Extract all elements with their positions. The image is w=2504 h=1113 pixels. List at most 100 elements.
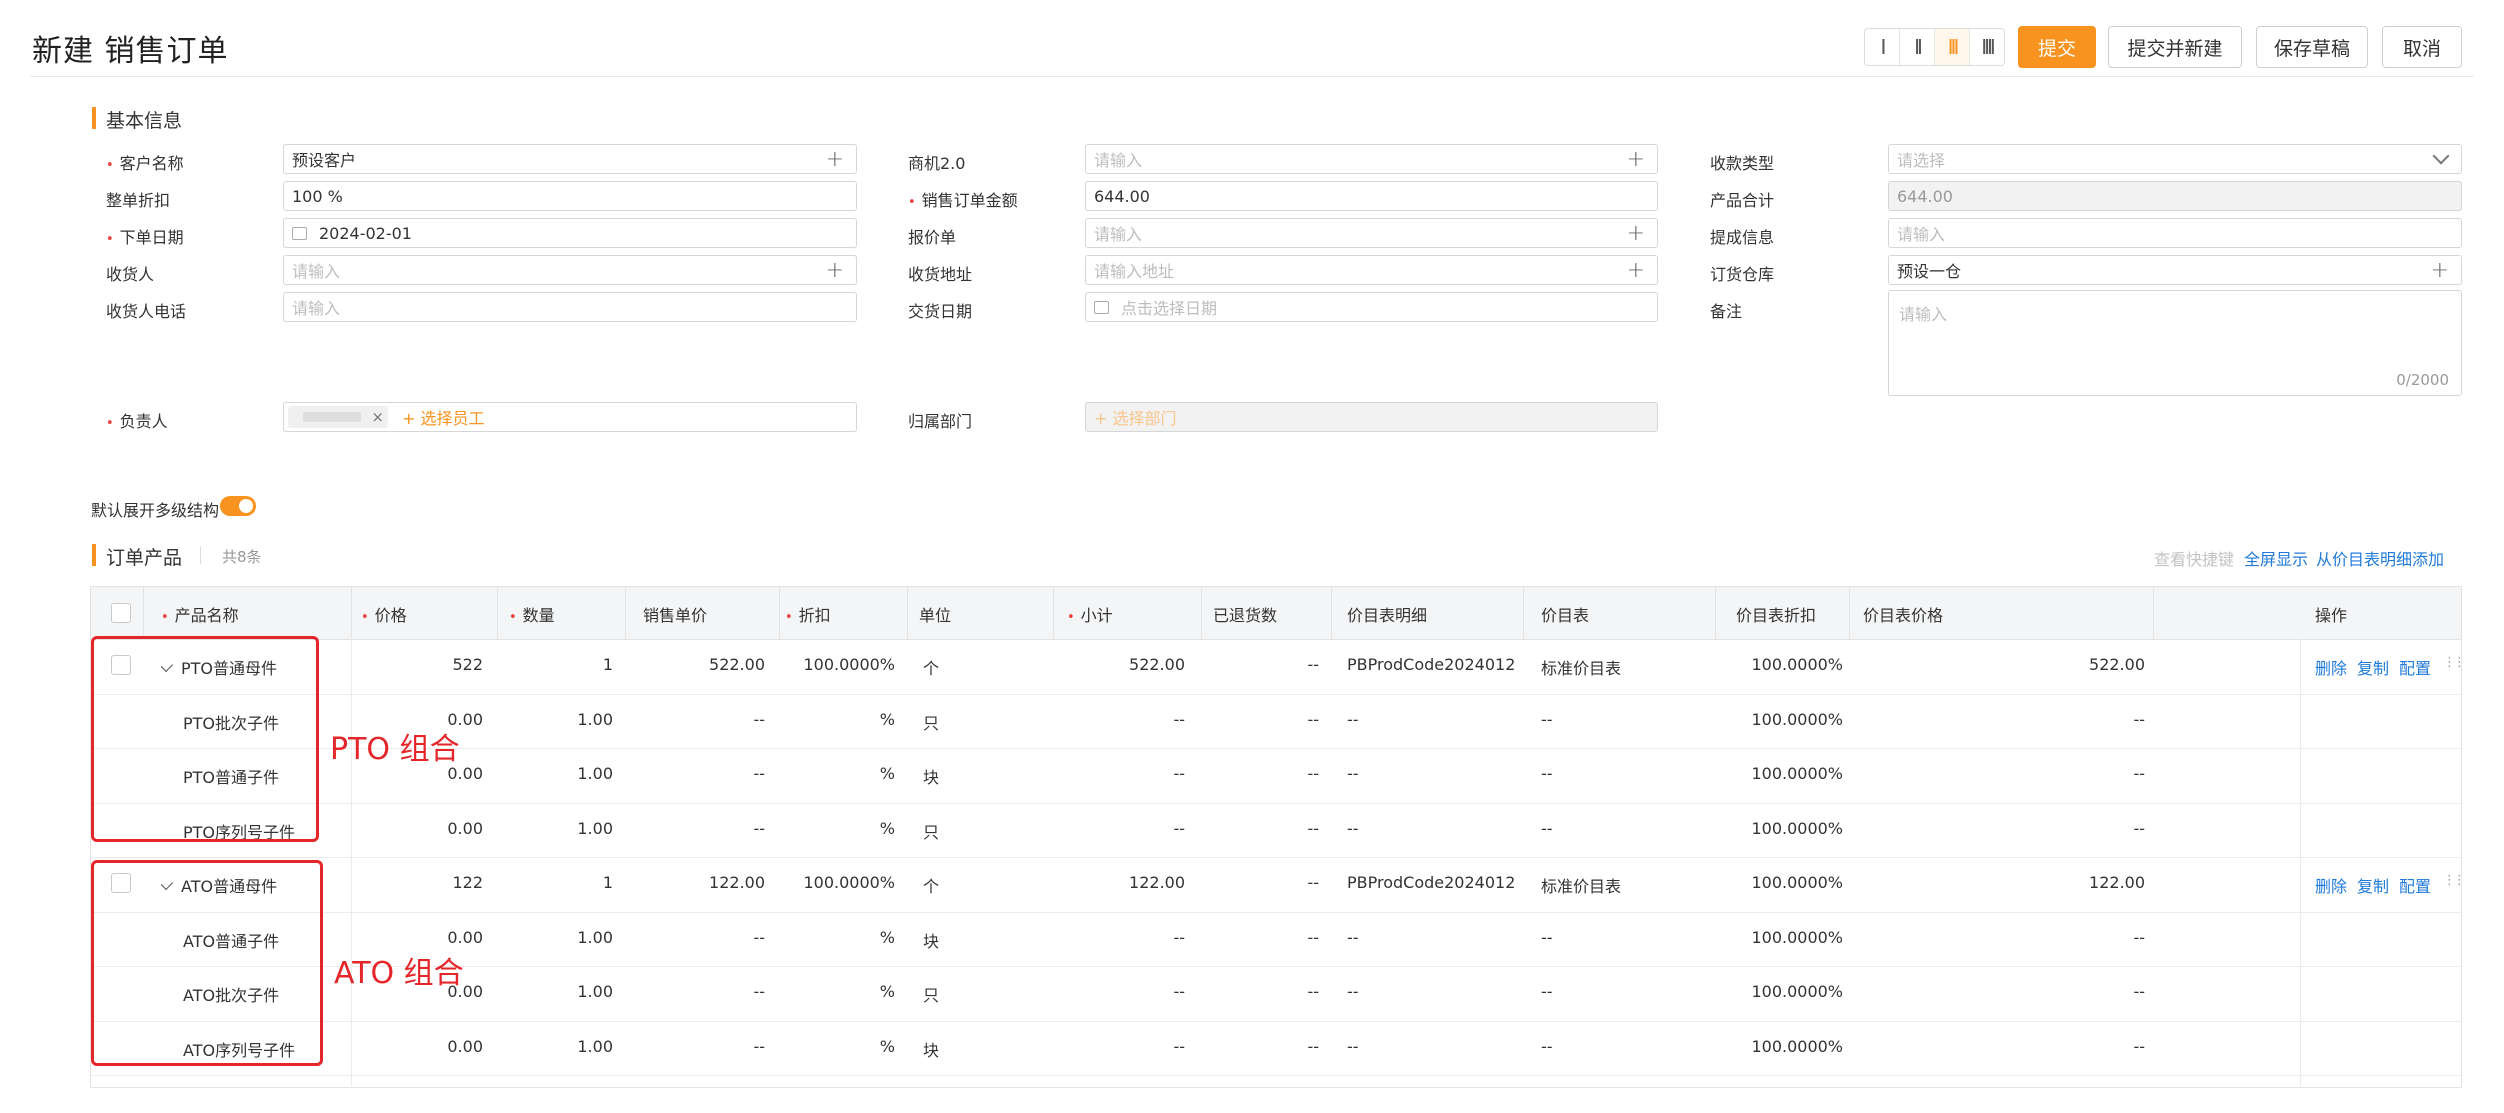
returned-cell[interactable]: -- bbox=[1119, 710, 1319, 729]
discount-cell[interactable]: % bbox=[695, 819, 895, 838]
col2-field-1[interactable]: 644.00 bbox=[1085, 181, 1658, 211]
add-icon[interactable]: + bbox=[1627, 258, 1645, 283]
configure-link[interactable]: 配置 bbox=[2399, 655, 2431, 679]
pb-detail-cell[interactable]: -- bbox=[1347, 710, 1517, 729]
returned-cell[interactable]: -- bbox=[1119, 819, 1319, 838]
pb-discount-cell[interactable]: 100.0000% bbox=[1643, 819, 1843, 838]
col2-field-2[interactable]: 请输入 + bbox=[1085, 218, 1658, 248]
department-field[interactable]: + 选择部门 bbox=[1085, 402, 1658, 432]
column-header-7[interactable]: 已退货数 bbox=[1213, 602, 1277, 626]
col1-field-1[interactable]: 100 % bbox=[283, 181, 857, 211]
col3-field-2[interactable]: 请输入 bbox=[1888, 218, 2462, 248]
pb-detail-cell[interactable]: PBProdCode2024012… bbox=[1347, 655, 1517, 674]
column-header-6[interactable]: 小计 bbox=[1067, 602, 1113, 626]
delete-link[interactable]: 删除 bbox=[2315, 873, 2347, 897]
fullscreen-link[interactable]: 全屏显示 bbox=[2244, 546, 2308, 570]
select-all-checkbox[interactable] bbox=[111, 603, 131, 623]
drag-handle-icon[interactable] bbox=[2443, 655, 2463, 673]
copy-link[interactable]: 复制 bbox=[2357, 655, 2389, 679]
discount-cell[interactable]: 100.0000% bbox=[695, 655, 895, 674]
submit-button[interactable]: 提交 bbox=[2018, 26, 2096, 68]
pb-price-cell[interactable]: -- bbox=[1945, 710, 2145, 729]
col2-field-0[interactable]: 请输入 + bbox=[1085, 144, 1658, 174]
column-header-3[interactable]: 销售单价 bbox=[643, 602, 707, 626]
owner-tag-close-icon[interactable]: × bbox=[371, 408, 384, 426]
col1-field-3[interactable]: 请输入 + bbox=[283, 255, 857, 285]
select-employee-link[interactable]: + 选择员工 bbox=[402, 405, 485, 429]
returned-cell[interactable]: -- bbox=[1119, 655, 1319, 674]
discount-cell[interactable]: % bbox=[695, 1037, 895, 1056]
submit-and-new-button[interactable]: 提交并新建 bbox=[2108, 26, 2242, 68]
col1-field-2[interactable]: 2024-02-01 bbox=[283, 218, 857, 248]
pb-detail-cell[interactable]: -- bbox=[1347, 928, 1517, 947]
chevron-down-icon[interactable] bbox=[2432, 147, 2450, 165]
pb-price-cell[interactable]: 122.00 bbox=[1945, 873, 2145, 892]
add-icon[interactable]: + bbox=[1627, 221, 1645, 246]
pb-discount-cell[interactable]: 100.0000% bbox=[1643, 1037, 1843, 1056]
discount-cell[interactable]: 100.0000% bbox=[695, 873, 895, 892]
pb-detail-cell[interactable]: -- bbox=[1347, 819, 1517, 838]
col2-field-4[interactable]: 点击选择日期 bbox=[1085, 292, 1658, 322]
add-icon[interactable]: + bbox=[826, 258, 844, 283]
pb-discount-cell[interactable]: 100.0000% bbox=[1643, 710, 1843, 729]
discount-cell[interactable]: % bbox=[695, 928, 895, 947]
layout-4-column[interactable]: IIII bbox=[1970, 29, 2004, 65]
save-draft-button[interactable]: 保存草稿 bbox=[2256, 26, 2368, 68]
col3-field-0[interactable]: 请选择 bbox=[1888, 144, 2462, 174]
col1-field-0[interactable]: 预设客户 + bbox=[283, 144, 857, 174]
add-from-pricebook-link[interactable]: 从价目表明细添加 bbox=[2316, 546, 2444, 570]
pb-detail-cell[interactable]: PBProdCode2024012… bbox=[1347, 873, 1517, 892]
expand-multilevel-toggle[interactable] bbox=[220, 496, 256, 516]
column-header-2[interactable]: 数量 bbox=[509, 602, 555, 626]
returned-cell[interactable]: -- bbox=[1119, 928, 1319, 947]
column-header-1[interactable]: 价格 bbox=[361, 602, 407, 626]
column-header-10[interactable]: 价目表折扣 bbox=[1736, 602, 1816, 626]
returned-cell[interactable]: -- bbox=[1119, 764, 1319, 783]
discount-cell[interactable]: % bbox=[695, 710, 895, 729]
copy-link[interactable]: 复制 bbox=[2357, 873, 2389, 897]
column-header-0[interactable]: 产品名称 bbox=[161, 602, 239, 626]
col3-field-1[interactable]: 644.00 bbox=[1888, 181, 2462, 211]
cancel-button[interactable]: 取消 bbox=[2382, 26, 2462, 68]
add-icon[interactable]: + bbox=[826, 147, 844, 172]
discount-cell[interactable]: % bbox=[695, 764, 895, 783]
column-header-5[interactable]: 单位 bbox=[919, 602, 951, 626]
returned-cell[interactable]: -- bbox=[1119, 873, 1319, 892]
returned-cell[interactable]: -- bbox=[1119, 982, 1319, 1001]
col2-field-3[interactable]: 请输入地址 + bbox=[1085, 255, 1658, 285]
pb-discount-cell[interactable]: 100.0000% bbox=[1643, 873, 1843, 892]
col3-field-3[interactable]: 预设一仓 + bbox=[1888, 255, 2462, 285]
pb-discount-cell[interactable]: 100.0000% bbox=[1643, 928, 1843, 947]
pb-price-cell[interactable]: -- bbox=[1945, 764, 2145, 783]
pb-discount-cell[interactable]: 100.0000% bbox=[1643, 764, 1843, 783]
shortcut-link[interactable]: 查看快捷键 bbox=[2154, 546, 2234, 570]
pb-price-cell[interactable]: -- bbox=[1945, 1037, 2145, 1056]
column-header-12[interactable]: 操作 bbox=[2315, 602, 2347, 626]
remark-textarea[interactable]: 请输入 0/2000 bbox=[1888, 290, 2462, 396]
drag-handle-icon[interactable] bbox=[2443, 873, 2463, 891]
delete-link[interactable]: 删除 bbox=[2315, 655, 2347, 679]
layout-3-column[interactable]: III bbox=[1935, 29, 1970, 65]
discount-cell[interactable]: % bbox=[695, 982, 895, 1001]
pb-discount-cell[interactable]: 100.0000% bbox=[1643, 655, 1843, 674]
add-icon[interactable]: + bbox=[1627, 147, 1645, 172]
column-header-9[interactable]: 价目表 bbox=[1541, 602, 1589, 626]
add-icon[interactable]: + bbox=[2431, 258, 2449, 283]
returned-cell[interactable]: -- bbox=[1119, 1037, 1319, 1056]
pb-discount-cell[interactable]: 100.0000% bbox=[1643, 982, 1843, 1001]
configure-link[interactable]: 配置 bbox=[2399, 873, 2431, 897]
pb-detail-cell[interactable]: -- bbox=[1347, 1037, 1517, 1056]
col1-field-4[interactable]: 请输入 bbox=[283, 292, 857, 322]
layout-column-switch[interactable]: I II III IIII bbox=[1864, 28, 2005, 66]
pb-price-cell[interactable]: -- bbox=[1945, 928, 2145, 947]
owner-field[interactable]: × + 选择员工 bbox=[283, 402, 857, 432]
layout-2-column[interactable]: II bbox=[1900, 29, 1935, 65]
pb-detail-cell[interactable]: -- bbox=[1347, 982, 1517, 1001]
pb-price-cell[interactable]: -- bbox=[1945, 819, 2145, 838]
pb-price-cell[interactable]: -- bbox=[1945, 982, 2145, 1001]
layout-1-column[interactable]: I bbox=[1865, 29, 1900, 65]
column-header-8[interactable]: 价目表明细 bbox=[1347, 602, 1427, 626]
column-header-4[interactable]: 折扣 bbox=[785, 602, 831, 626]
pb-detail-cell[interactable]: -- bbox=[1347, 764, 1517, 783]
column-header-11[interactable]: 价目表价格 bbox=[1863, 602, 1943, 626]
